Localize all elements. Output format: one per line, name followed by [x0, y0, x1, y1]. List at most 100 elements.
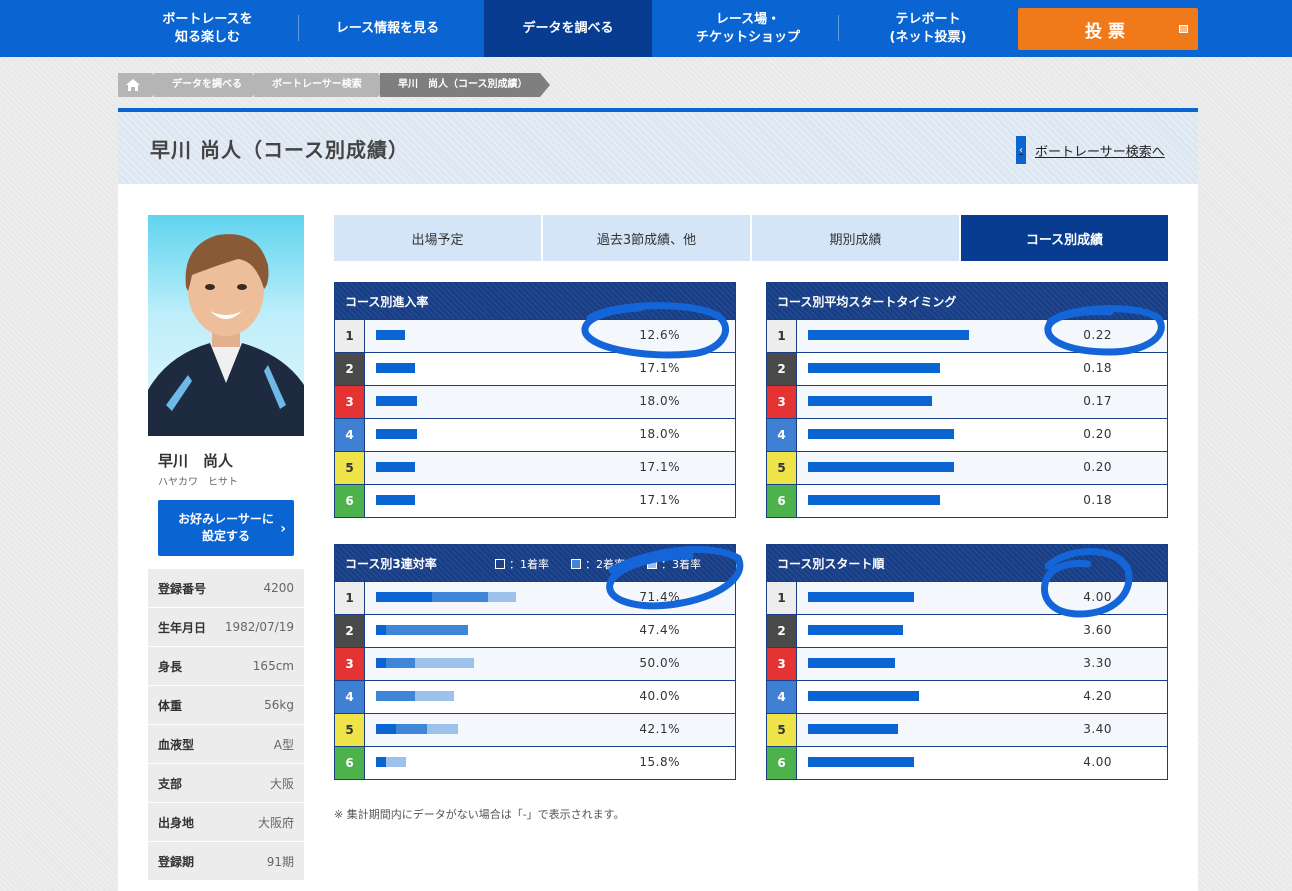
table-row: 6 0.18	[767, 484, 1167, 517]
tab-course-results[interactable]: コース別成績	[961, 215, 1168, 261]
table-header: コース別スタート順	[767, 545, 1167, 581]
bar-segment	[376, 396, 417, 406]
profile-label: 体重	[158, 698, 183, 713]
row-value: 4.00	[1083, 755, 1112, 769]
table-row: 2 3.60	[767, 614, 1167, 647]
table-title: コース別スタート順	[777, 556, 885, 571]
legend: ：1着率 ：2着率 ：3着率	[495, 556, 723, 572]
breadcrumb-separator	[540, 73, 550, 97]
nav-divider	[838, 15, 839, 41]
bar-segment	[427, 724, 458, 734]
profile-row: 登録番号 4200	[148, 569, 304, 608]
nav-item-teleboat[interactable]: テレボート (ネット投票)	[848, 0, 1008, 57]
profile-value: 大阪	[269, 776, 294, 791]
bar-group	[376, 625, 468, 635]
bar-group	[808, 592, 914, 602]
course-number: 6	[335, 747, 365, 779]
tab-recent-results[interactable]: 過去3節成績、他	[543, 215, 750, 261]
table-row: 3 18.0%	[335, 385, 735, 418]
profile-label: 支部	[158, 776, 183, 791]
external-link-icon	[1179, 25, 1188, 33]
bar-segment	[808, 462, 954, 472]
course-number: 3	[767, 648, 797, 680]
bar-segment	[376, 625, 386, 635]
course-number: 2	[767, 615, 797, 647]
course-number: 4	[335, 419, 365, 451]
profile-label: 生年月日	[158, 620, 207, 635]
bar-group	[808, 363, 940, 373]
table-row: 4 18.0%	[335, 418, 735, 451]
racer-name: 早川 尚人	[158, 452, 234, 470]
breadcrumb-home[interactable]	[118, 73, 152, 97]
nav-item-race-info[interactable]: レース情報を見る	[305, 0, 470, 57]
bar-segment	[376, 592, 432, 602]
course-number: 6	[767, 747, 797, 779]
racer-search-link-label: ボートレーサー検索へ	[1035, 144, 1165, 160]
bar-segment	[396, 724, 427, 734]
profile-value: 91期	[266, 854, 294, 869]
profile-row: 身長 165cm	[148, 647, 304, 686]
footnote: ※ 集計期間内にデータがない場合は「-」で表示されます。	[334, 808, 625, 821]
course-number: 1	[335, 320, 365, 352]
bar-group	[376, 363, 415, 373]
table-row: 4 0.20	[767, 418, 1167, 451]
table-row: 1 4.00	[767, 581, 1167, 614]
table-row: 3 0.17	[767, 385, 1167, 418]
course-number: 4	[767, 419, 797, 451]
row-value: 42.1%	[639, 722, 680, 736]
table-row: 2 0.18	[767, 352, 1167, 385]
nav-item-about[interactable]: ボートレースを 知る楽しむ	[130, 0, 285, 57]
course-number: 5	[767, 452, 797, 484]
legend-label: ：3着率	[661, 558, 701, 571]
table-row: 6 4.00	[767, 746, 1167, 779]
bar-group	[376, 757, 406, 767]
bar-segment	[808, 396, 932, 406]
table-header: コース別進入率	[335, 283, 735, 319]
breadcrumb-data[interactable]: データを調べる	[154, 73, 252, 97]
bar-segment	[376, 363, 415, 373]
tab-period-results[interactable]: 期別成績	[752, 215, 959, 261]
bar-segment	[808, 330, 969, 340]
profile-row: 登録期 91期	[148, 842, 304, 881]
table-header: コース別平均スタートタイミング	[767, 283, 1167, 319]
table-row: 5 3.40	[767, 713, 1167, 746]
course-entry-table: コース別進入率 1 12.6% 2 17.1% 3 18.0% 4 18.0% 5 17.1% 6 17…	[334, 282, 736, 518]
bar-group	[808, 462, 954, 472]
row-value: 18.0%	[639, 394, 680, 408]
legend-item: ：2着率	[571, 556, 625, 572]
profile-value: 56kg	[264, 698, 294, 712]
legend-label: ：2着率	[585, 558, 625, 571]
legend-swatch	[647, 559, 657, 569]
racer-search-link[interactable]: ‹ ボートレーサー検索へ	[1016, 136, 1165, 164]
breadcrumb-racer-search[interactable]: ボートレーサー検索	[254, 73, 378, 97]
bar-group	[376, 396, 417, 406]
bar-segment	[808, 691, 919, 701]
row-value: 18.0%	[639, 427, 680, 441]
row-value: 17.1%	[639, 361, 680, 375]
nav-item-stadium[interactable]: レース場・ チケットショップ	[668, 0, 828, 57]
legend-swatch	[571, 559, 581, 569]
table-row: 1 71.4%	[335, 581, 735, 614]
row-value: 0.22	[1083, 328, 1112, 342]
bar-segment	[415, 658, 474, 668]
set-favorite-label: お好みレーサーに 設定する	[178, 512, 274, 543]
course-start-timing-table: コース別平均スタートタイミング 1 0.22 2 0.18 3 0.17 4 0.20 5 0.20…	[766, 282, 1168, 518]
course-number: 5	[335, 714, 365, 746]
profile-label: 出身地	[158, 815, 195, 830]
bar-segment	[808, 592, 914, 602]
row-value: 0.17	[1083, 394, 1112, 408]
row-value: 0.18	[1083, 493, 1112, 507]
vote-button[interactable]: 投票	[1018, 8, 1198, 50]
tab-schedule[interactable]: 出場予定	[334, 215, 541, 261]
table-row: 6 17.1%	[335, 484, 735, 517]
bar-group	[376, 429, 417, 439]
profile-label: 血液型	[158, 737, 195, 752]
course-number: 2	[335, 615, 365, 647]
section-tabs: 出場予定 過去3節成績、他 期別成績 コース別成績	[334, 215, 1168, 261]
nav-item-data[interactable]: データを調べる	[484, 0, 652, 57]
profile-label: 登録番号	[158, 581, 207, 596]
bar-group	[376, 724, 458, 734]
set-favorite-button[interactable]: お好みレーサーに 設定する ›	[158, 500, 294, 556]
bar-group	[808, 396, 932, 406]
table-row: 5 0.20	[767, 451, 1167, 484]
